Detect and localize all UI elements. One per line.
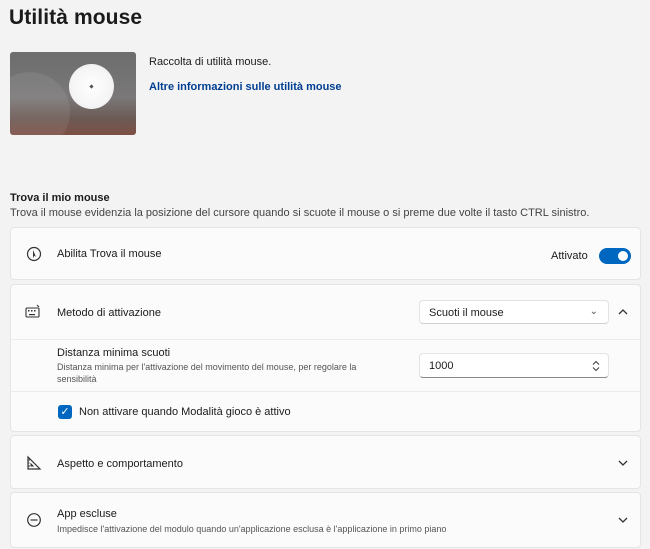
chevron-up-icon[interactable] [617,306,629,318]
activation-label: Metodo di attivazione [57,307,161,319]
enable-state-label: Attivato [551,250,588,262]
activation-method-value: Scuoti il mouse [429,307,504,319]
enable-card: Abilita Trova il mouse Attivato [10,227,641,280]
appearance-card[interactable]: Aspetto e comportamento [10,435,641,489]
chevron-down-icon[interactable] [617,457,629,469]
appearance-label: Aspetto e comportamento [57,458,183,470]
min-distance-value: 1000 [429,360,454,372]
stepper-icon[interactable] [592,360,600,372]
section-description: Trova il mouse evidenzia la posizione de… [10,207,590,219]
learn-more-link[interactable]: Altre informazioni sulle utilità mouse [149,81,342,93]
section-title: Trova il mio mouse [10,192,110,204]
enable-toggle[interactable] [599,248,631,264]
excluded-apps-label: App escluse [57,508,117,520]
hero-image [10,52,136,135]
excluded-apps-card[interactable]: App escluse Impedisce l'attivazione del … [10,492,641,548]
min-distance-label: Distanza minima scuoti [57,347,171,359]
game-mode-label: Non attivare quando Modalità gioco è att… [79,406,291,418]
chevron-down-icon[interactable] [617,514,629,526]
min-distance-description: Distanza minima per l'attivazione del mo… [57,362,357,384]
page-title: Utilità mouse [9,6,143,29]
block-icon [27,513,41,527]
activation-method-select[interactable]: Scuoti il mouse ⌄ [419,300,609,324]
min-distance-input[interactable]: 1000 [419,353,609,378]
game-mode-checkbox[interactable]: ✓ [58,405,72,419]
activation-card: Metodo di attivazione Scuoti il mouse ⌄ … [10,284,641,432]
find-mouse-icon [26,246,42,262]
ruler-triangle-icon [27,455,42,470]
chevron-down-icon: ⌄ [589,306,598,317]
excluded-apps-description: Impedisce l'attivazione del modulo quand… [57,524,447,534]
enable-label: Abilita Trova il mouse [57,248,162,260]
keyboard-mouse-icon [25,304,40,318]
hero-description: Raccolta di utilità mouse. [149,56,272,68]
